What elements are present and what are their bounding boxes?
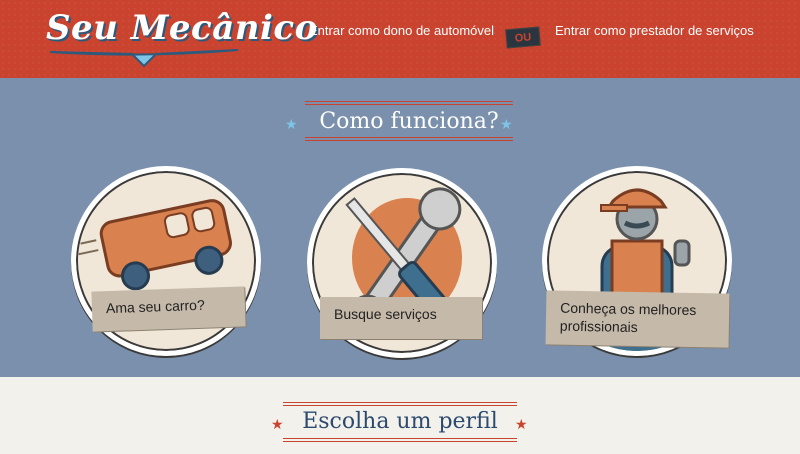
login-provider-link[interactable]: Entrar como prestador de serviços <box>555 23 754 38</box>
card-label: Busque serviços <box>320 297 482 339</box>
how-it-works-title: Como funciona? <box>319 109 499 134</box>
title-rule-bottom <box>305 137 513 141</box>
title-rule-bottom <box>283 438 517 442</box>
or-badge: OU <box>505 26 541 49</box>
star-icon: ★ <box>285 116 298 132</box>
card-label: Ama seu carro? <box>91 286 246 332</box>
star-icon: ★ <box>500 116 513 132</box>
star-icon: ★ <box>515 416 528 432</box>
star-icon: ★ <box>271 416 284 432</box>
site-logo[interactable]: Seu Mecânico <box>46 8 318 48</box>
choose-profile-title: Escolha um perfil <box>302 409 498 434</box>
login-owner-link[interactable]: Entrar como dono de automóvel <box>309 23 494 38</box>
logo-swoosh-icon <box>49 49 239 68</box>
card-label: Conheça os melhores profissionais <box>545 290 730 348</box>
